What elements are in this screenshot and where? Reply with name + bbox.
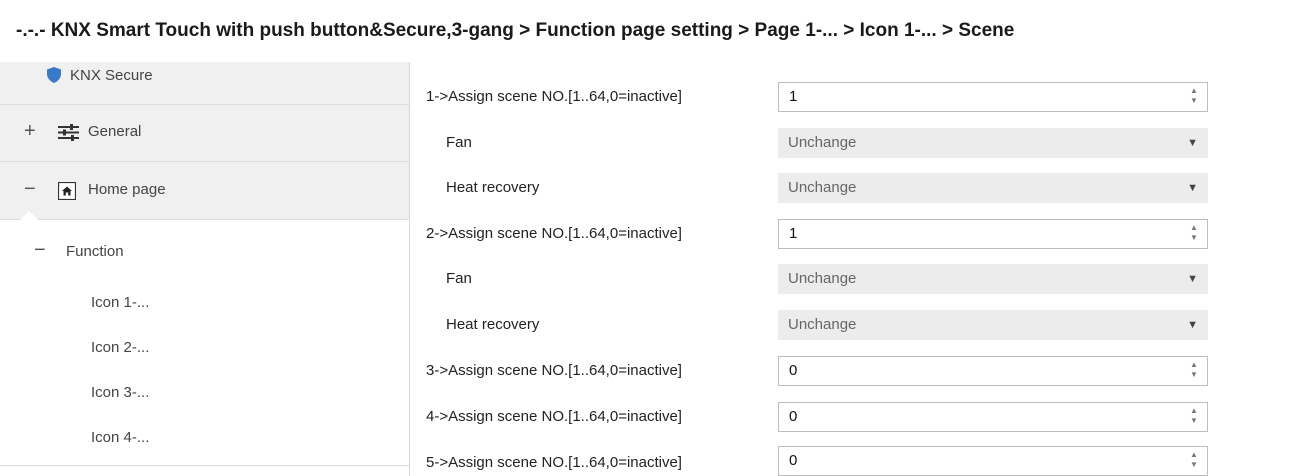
heat-recovery-1-select[interactable]: Unchange ▼	[778, 173, 1208, 203]
spinner-arrows-icon[interactable]: ▲ ▼	[1189, 450, 1199, 472]
heat-recovery-1-label: Heat recovery	[446, 179, 540, 196]
sidebar-item-icon-1[interactable]: Icon 1-...	[0, 290, 409, 320]
scene-5-value: 0	[789, 452, 798, 469]
scene-4-number-input[interactable]: 0 ▲ ▼	[778, 402, 1208, 432]
spinner-arrows-icon[interactable]: ▲ ▼	[1189, 406, 1199, 428]
scene-5-label: 5->Assign scene NO.[1..64,0=inactive]	[426, 454, 682, 471]
home-icon	[58, 182, 76, 200]
spinner-arrows-icon[interactable]: ▲ ▼	[1189, 360, 1199, 382]
sidebar-item-label: Icon 3-...	[91, 384, 150, 401]
sidebar-item-knx-secure[interactable]: KNX Secure	[0, 62, 409, 92]
scene-3-label: 3->Assign scene NO.[1..64,0=inactive]	[426, 362, 682, 379]
sidebar-item-general[interactable]: + General	[0, 105, 409, 160]
sidebar: KNX Secure + General − Home page − Funct…	[0, 62, 410, 476]
scene-5-number-input[interactable]: 0 ▲ ▼	[778, 446, 1208, 476]
expand-icon[interactable]: +	[24, 120, 36, 143]
chevron-down-icon: ▼	[1187, 273, 1198, 285]
sidebar-item-home-page[interactable]: − Home page	[0, 162, 409, 218]
sidebar-item-label: Icon 2-...	[91, 339, 150, 356]
sliders-icon	[58, 124, 79, 141]
chevron-down-icon: ▼	[1187, 137, 1198, 149]
shield-icon	[47, 67, 61, 83]
sidebar-pointer	[20, 211, 38, 220]
scene-1-label: 1->Assign scene NO.[1..64,0=inactive]	[426, 88, 682, 105]
sidebar-item-function[interactable]: − Function	[0, 237, 409, 269]
scene-1-number-input[interactable]: 1 ▲ ▼	[778, 82, 1208, 112]
sidebar-item-label: KNX Secure	[70, 67, 153, 84]
heat-recovery-2-select[interactable]: Unchange ▼	[778, 310, 1208, 340]
fan-1-select[interactable]: Unchange ▼	[778, 128, 1208, 158]
scene-1-value: 1	[789, 88, 798, 105]
fan-2-value: Unchange	[788, 270, 857, 287]
spinner-arrows-icon[interactable]: ▲ ▼	[1189, 86, 1199, 108]
scene-3-number-input[interactable]: 0 ▲ ▼	[778, 356, 1208, 386]
sidebar-item-label: Icon 4-...	[91, 429, 150, 446]
scene-3-value: 0	[789, 362, 798, 379]
sidebar-item-label: General	[88, 123, 142, 140]
fan-2-select[interactable]: Unchange ▼	[778, 264, 1208, 294]
breadcrumb: -.-.- KNX Smart Touch with push button&S…	[0, 0, 1290, 62]
sidebar-divider	[0, 465, 409, 466]
sidebar-item-label: Icon 1-...	[91, 294, 150, 311]
scene-2-number-input[interactable]: 1 ▲ ▼	[778, 219, 1208, 249]
heat-recovery-2-label: Heat recovery	[446, 316, 540, 333]
scene-4-value: 0	[789, 408, 798, 425]
sidebar-item-label: Home page	[88, 181, 166, 198]
chevron-down-icon: ▼	[1187, 319, 1198, 331]
scene-4-label: 4->Assign scene NO.[1..64,0=inactive]	[426, 408, 682, 425]
parameter-panel: 1->Assign scene NO.[1..64,0=inactive] 1 …	[410, 62, 1290, 476]
collapse-icon[interactable]: −	[34, 239, 46, 262]
collapse-icon[interactable]: −	[24, 178, 36, 201]
sidebar-item-icon-3[interactable]: Icon 3-...	[0, 380, 409, 410]
heat-recovery-2-value: Unchange	[788, 316, 857, 333]
sidebar-item-label: Function	[66, 243, 124, 260]
fan-1-label: Fan	[446, 134, 472, 151]
sidebar-item-icon-2[interactable]: Icon 2-...	[0, 335, 409, 365]
spinner-arrows-icon[interactable]: ▲ ▼	[1189, 223, 1199, 245]
fan-1-value: Unchange	[788, 134, 857, 151]
sidebar-item-icon-4[interactable]: Icon 4-...	[0, 425, 409, 455]
heat-recovery-1-value: Unchange	[788, 179, 857, 196]
chevron-down-icon: ▼	[1187, 182, 1198, 194]
scene-2-label: 2->Assign scene NO.[1..64,0=inactive]	[426, 225, 682, 242]
scene-2-value: 1	[789, 225, 798, 242]
fan-2-label: Fan	[446, 270, 472, 287]
